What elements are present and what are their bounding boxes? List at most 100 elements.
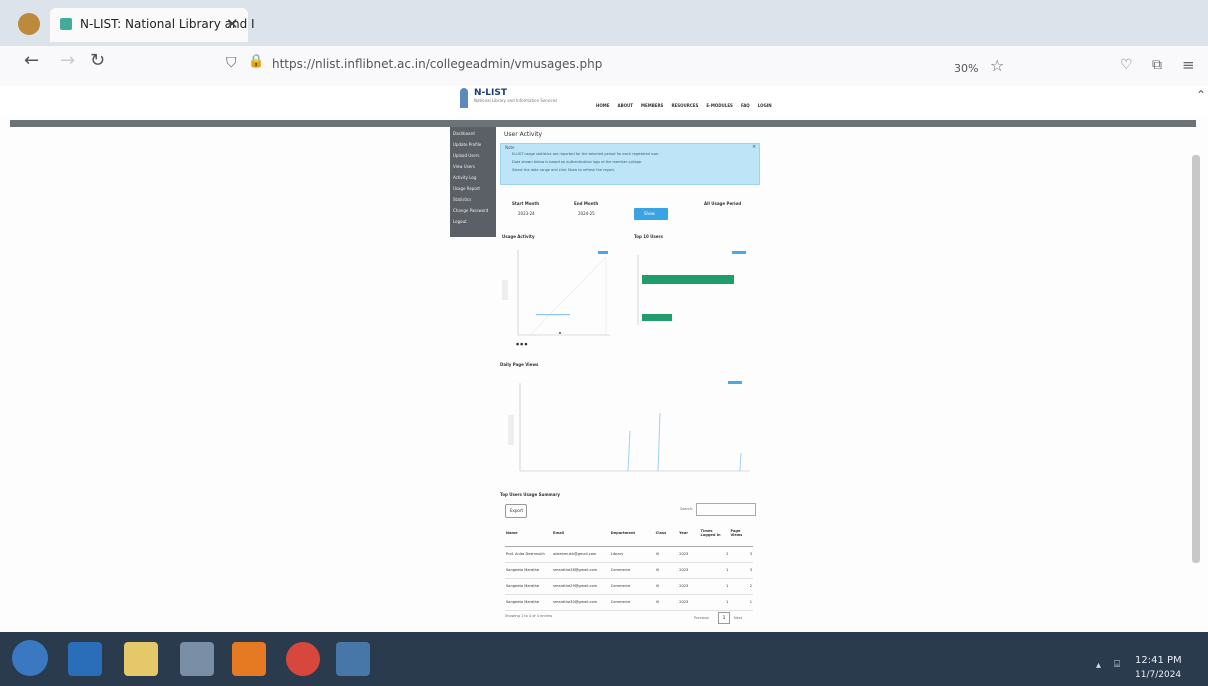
file-explorer-icon[interactable]: [124, 642, 158, 676]
pocket-icon[interactable]: ♡: [1120, 57, 1133, 73]
table-row: Prof. Anita Deshmukh adeshmukh@gmail.com…: [505, 546, 753, 562]
cell-class: III: [655, 568, 659, 572]
lock-icon[interactable]: 🔒: [248, 54, 264, 69]
menu-icon[interactable]: ≡: [1182, 56, 1195, 74]
sidebar-item-logout[interactable]: Logout: [453, 219, 467, 224]
forward-arrow-icon[interactable]: →: [60, 50, 75, 71]
reload-icon[interactable]: ↻: [90, 50, 105, 71]
close-tab-icon[interactable]: ✕: [226, 15, 239, 33]
col-header-page-views[interactable]: Page Views: [729, 520, 753, 546]
sidebar-item-statistics[interactable]: Statistics: [453, 197, 471, 202]
prev-page-link[interactable]: Previous: [694, 616, 709, 620]
end-month-input[interactable]: 2024-25: [578, 211, 595, 216]
scroll-up-icon[interactable]: ⌃: [1196, 88, 1206, 102]
window-app-icon[interactable]: [336, 642, 370, 676]
internet-explorer-icon[interactable]: [68, 642, 102, 676]
taskbar-date[interactable]: 11/7/2024: [1135, 670, 1181, 680]
chart-point: [559, 332, 561, 334]
page-title: User Activity: [504, 131, 543, 138]
cell-year: 2023: [679, 568, 689, 572]
col-header-name[interactable]: Name: [505, 520, 552, 546]
next-page-link[interactable]: Next: [734, 616, 742, 620]
cell-page-views: 3: [749, 552, 752, 556]
daily-page-views-chart: [508, 381, 750, 472]
sidebar-item-users[interactable]: View Users: [453, 164, 475, 169]
address-bar-url[interactable]: https://nlist.inflibnet.ac.in/collegeadm…: [272, 57, 602, 71]
scrollbar-thumb[interactable]: [1192, 155, 1200, 563]
cell-department: Library: [610, 552, 624, 556]
cell-name: Sangeeta Marathe: [506, 584, 540, 588]
page-number-button[interactable]: 1: [718, 612, 730, 624]
col-header-email[interactable]: Email: [552, 520, 610, 546]
sidebar-item-password[interactable]: Change Password: [453, 208, 488, 213]
network-icon[interactable]: ⌸: [1114, 659, 1120, 670]
start-month-input[interactable]: 2023-24: [518, 211, 535, 216]
search-label: Search:: [680, 507, 694, 511]
cell-email: smarathe28@gmail.com: [553, 568, 598, 572]
daily-page-views-title: Daily Page Views: [500, 362, 539, 367]
tray-arrow-icon[interactable]: ▴: [1096, 660, 1101, 671]
site-favicon-icon: [60, 18, 72, 30]
firefox-icon[interactable]: [232, 642, 266, 676]
site-tagline: National Library and Information Service…: [474, 98, 558, 103]
export-label: Export: [510, 508, 524, 513]
menu-item-about[interactable]: ABOUT: [617, 103, 633, 108]
export-button[interactable]: Export: [505, 504, 527, 518]
table-title: Top Users Usage Summary: [500, 492, 560, 497]
info-alert: [500, 143, 760, 185]
site-menu: HOME ABOUT MEMBERS RESOURCES E-MODULES F…: [596, 103, 772, 108]
col-header-department[interactable]: Department: [610, 520, 655, 546]
top-users-chart: [637, 251, 746, 325]
sidebar-item-dashboard[interactable]: Dashboard: [453, 131, 475, 136]
cell-class: III: [655, 584, 659, 588]
back-arrow-icon[interactable]: ←: [24, 50, 39, 71]
browser-nav-bar: [0, 46, 1208, 86]
menu-item-resources[interactable]: RESOURCES: [671, 103, 698, 108]
col-header-class[interactable]: Class: [655, 520, 679, 546]
table-footer-info: Showing 1 to 4 of 4 entries: [505, 614, 553, 618]
start-button-icon[interactable]: [12, 640, 48, 676]
sidebar-item-upload[interactable]: Upload Users: [453, 153, 480, 158]
alert-close-icon[interactable]: ×: [752, 144, 756, 150]
search-input[interactable]: [696, 503, 756, 516]
taskbar-time[interactable]: 12:41 PM: [1135, 655, 1182, 666]
menu-item-members[interactable]: MEMBERS: [641, 103, 663, 108]
menu-item-home[interactable]: HOME: [596, 103, 609, 108]
cell-email: adeshmukh@gmail.com: [553, 552, 597, 556]
zoom-level[interactable]: 30%: [954, 62, 978, 75]
legend-item: ● ● ●: [516, 342, 528, 346]
col-header-year[interactable]: Year: [678, 520, 699, 546]
sidebar-item-profile[interactable]: Update Profile: [453, 142, 481, 147]
extensions-icon[interactable]: ⧉: [1152, 57, 1162, 73]
usage-table: Name Email Department Class Year Times L…: [505, 520, 753, 611]
cell-logins: 2: [726, 552, 729, 556]
sidebar-item-usage[interactable]: Usage Report: [453, 186, 480, 191]
menu-item-faq[interactable]: FAQ: [741, 103, 750, 108]
chart-legend-swatch: [728, 381, 742, 384]
browser-tab[interactable]: N-LIST: National Library and I ✕: [50, 8, 255, 42]
show-button-label: Show: [644, 211, 655, 216]
site-logo-icon: [460, 88, 468, 108]
chrome-icon[interactable]: [286, 642, 320, 676]
usage-activity-title: Usage Activity: [502, 234, 535, 239]
admin-sidebar: Dashboard Update Profile Upload Users Vi…: [450, 127, 496, 237]
cell-name: Prof. Anita Deshmukh: [506, 552, 545, 556]
cell-year: 2023: [679, 552, 689, 556]
cell-name: Sangeeta Marathe: [506, 600, 540, 604]
menu-item-login[interactable]: LOGIN: [758, 103, 772, 108]
table-row: Sangeeta Marathe smarathe29@gmail.com Co…: [505, 578, 753, 594]
col-header-logins[interactable]: Times Logged In: [700, 520, 730, 546]
cell-class: III: [655, 552, 659, 556]
media-app-icon[interactable]: [180, 642, 214, 676]
cell-year: 2023: [679, 584, 689, 588]
top-user-bar: [642, 275, 734, 284]
cell-page-views: 3: [749, 568, 752, 572]
site-logo-text: N-LIST: [474, 88, 507, 98]
sidebar-item-activity[interactable]: Activity Log: [453, 175, 476, 180]
show-button[interactable]: Show: [634, 208, 668, 220]
cell-page-views: 1: [749, 600, 752, 604]
menu-item-emodules[interactable]: E-MODULES: [706, 103, 733, 108]
bookmark-star-icon[interactable]: ☆: [990, 56, 1004, 75]
shield-icon[interactable]: ⛉: [226, 55, 237, 71]
start-month-label: Start Month: [512, 201, 540, 206]
